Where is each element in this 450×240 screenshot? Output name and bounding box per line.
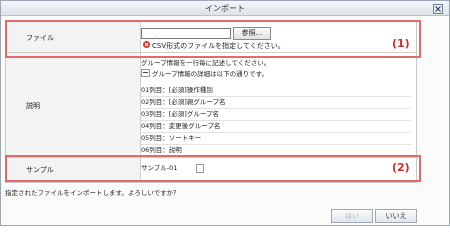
column-item: 03列目：[必須]グループ名	[141, 109, 411, 121]
desc-label-cell: 説明	[6, 53, 141, 157]
dialog-title: インポート	[205, 4, 245, 13]
close-icon	[435, 6, 441, 12]
desc-line-2: グループ情報の詳細は以下の通りです。	[152, 70, 268, 78]
column-item: 04列目：変更後グループ名	[141, 121, 411, 133]
import-dialog: インポート ファイル 説明 サンプル 参照... CSV形式のファイルを指定して…	[0, 0, 450, 226]
confirm-prompt: 指定されたファイルをインポートします。よろしいですか？	[5, 189, 180, 197]
collapse-icon[interactable]	[141, 69, 150, 77]
no-button[interactable]: いいえ	[375, 209, 417, 223]
desc-label: 説明	[26, 102, 40, 110]
column-item: 02列目：[必須]親グループ名	[141, 97, 411, 109]
close-button[interactable]	[433, 4, 443, 14]
column-item: 05列目：ソートキー	[141, 133, 411, 145]
marker-1: (1)	[392, 37, 410, 50]
highlight-box-1	[5, 20, 421, 58]
highlight-box-2	[5, 155, 421, 182]
column-item: 01列目：[必須]操作種別	[141, 85, 411, 97]
desc-line-1: グループ情報を一行毎に記述してください。	[141, 59, 271, 67]
dialog-titlebar: インポート	[1, 1, 449, 16]
marker-2: (2)	[392, 161, 410, 174]
yes-button[interactable]: はい	[331, 209, 373, 223]
